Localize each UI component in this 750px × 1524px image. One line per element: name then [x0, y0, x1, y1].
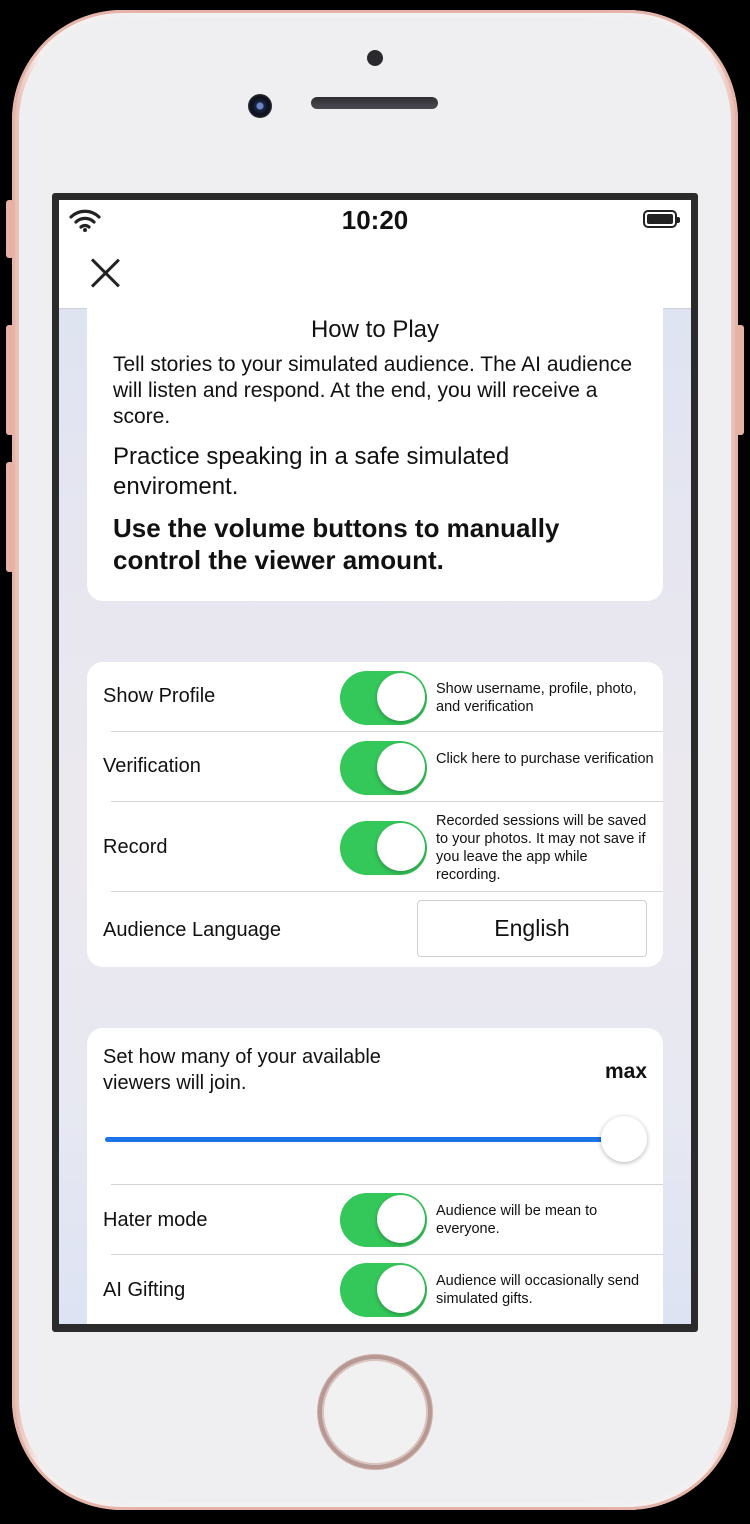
proximity-sensor: [367, 50, 383, 66]
record-description: Recorded sessions will be saved to your …: [436, 813, 647, 883]
verification-label: Verification: [103, 755, 201, 777]
verification-description[interactable]: Click here to purchase verification: [436, 750, 656, 768]
volume-up-button[interactable]: [6, 325, 14, 435]
mute-switch: [6, 200, 14, 258]
how-to-play-intro: Tell stories to your simulated audience.…: [113, 353, 633, 428]
how-to-play-card: How to Play Tell stories to your simulat…: [87, 296, 663, 601]
status-time: 10:20: [341, 205, 409, 235]
ai-gifting-description: Audience will occasionally send simulate…: [436, 1273, 640, 1307]
show-profile-label: Show Profile: [103, 685, 216, 707]
viewers-slider-track[interactable]: [105, 1137, 625, 1142]
status-bar: 10:20: [59, 200, 691, 240]
hater-mode-label: Hater mode: [103, 1209, 208, 1231]
audience-language-select[interactable]: English: [417, 900, 647, 957]
record-toggle[interactable]: [340, 821, 427, 875]
ai-gifting-row: AI Gifting Audience will occasionally se…: [87, 1255, 663, 1324]
ai-gifting-toggle[interactable]: [340, 1263, 427, 1317]
viewers-value-label: max: [604, 1060, 647, 1083]
power-button[interactable]: [736, 325, 744, 435]
verification-toggle[interactable]: [340, 741, 427, 795]
hater-mode-description: Audience will be mean to everyone.: [436, 1203, 598, 1237]
record-row: Record Recorded sessions will be saved t…: [87, 802, 663, 892]
how-to-play-volume-tip: Use the volume buttons to manually contr…: [113, 513, 560, 575]
audience-language-label: Audience Language: [103, 919, 281, 941]
how-to-play-title: How to Play: [310, 316, 440, 343]
close-icon[interactable]: [85, 252, 125, 292]
app-screen: 10:20 How to Play Tell stories to your s…: [59, 200, 691, 1324]
hater-mode-row: Hater mode Audience will be mean to ever…: [87, 1185, 663, 1255]
ai-gifting-label: AI Gifting: [103, 1279, 186, 1301]
viewers-question: Set how many of your available viewers w…: [103, 1046, 381, 1094]
viewers-slider-thumb[interactable]: [601, 1116, 647, 1162]
show-profile-description: Show username, profile, photo, and verif…: [436, 681, 637, 715]
viewers-card: Set how many of your available viewers w…: [87, 1028, 663, 1324]
earpiece-speaker: [311, 97, 438, 109]
how-to-play-practice: Practice speaking in a safe simulated en…: [113, 443, 510, 500]
verification-row: Verification Click here to purchase veri…: [87, 732, 663, 802]
hater-mode-toggle[interactable]: [340, 1193, 427, 1247]
battery-icon: [643, 210, 680, 228]
front-camera-icon: [248, 94, 272, 118]
settings-card: Show Profile Show username, profile, pho…: [87, 662, 663, 967]
show-profile-row: Show Profile Show username, profile, pho…: [87, 662, 663, 732]
volume-down-button[interactable]: [6, 462, 14, 572]
record-label: Record: [103, 836, 168, 858]
show-profile-toggle[interactable]: [340, 671, 427, 725]
home-button[interactable]: [318, 1355, 432, 1469]
